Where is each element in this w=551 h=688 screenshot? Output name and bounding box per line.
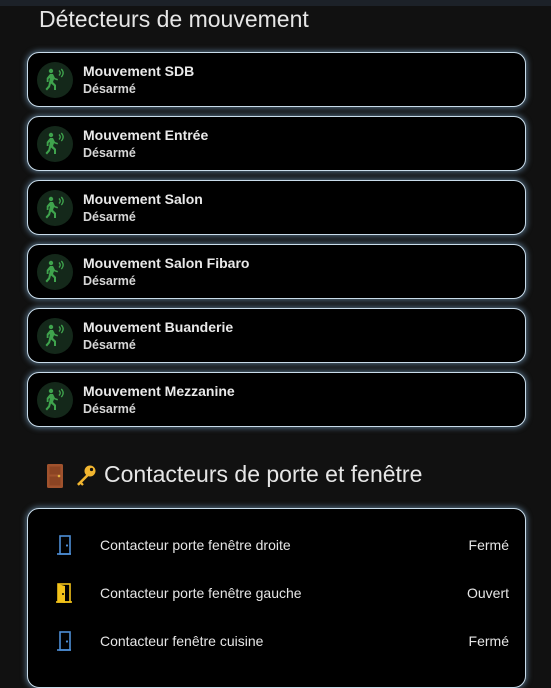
door-emoji-icon [44,463,66,488]
motion-sensor-card[interactable]: Mouvement Salon Désarmé [27,180,526,235]
motion-sensor-name: Mouvement Entrée [83,127,209,143]
contact-row[interactable]: Contacteur fenêtre cuisine Fermé [28,621,525,661]
motion-sensor-list: Mouvement SDB Désarmé Mouvement Entrée D… [27,52,527,436]
motion-sensor-card[interactable]: Mouvement Salon Fibaro Désarmé [27,244,526,299]
motion-sensor-card[interactable]: Mouvement SDB Désarmé [27,52,526,107]
motion-sensor-name: Mouvement Salon [83,191,203,207]
motion-sensor-card[interactable]: Mouvement Mezzanine Désarmé [27,372,526,427]
motion-sensor-state: Désarmé [83,402,136,416]
contact-name: Contacteur porte fenêtre droite [100,537,291,553]
motion-sensor-name: Mouvement Salon Fibaro [83,255,250,271]
contact-sensors-card: Contacteur porte fenêtre droite Fermé Co… [27,508,526,688]
motion-sensor-name: Mouvement Buanderie [83,319,234,335]
motion-sensor-icon [37,381,73,418]
motion-sensor-icon [37,61,73,98]
motion-sensor-icon [37,253,73,290]
door-closed-icon [52,629,76,653]
motion-sensor-name: Mouvement Mezzanine [83,383,235,399]
motion-sensor-icon [37,125,73,162]
contact-state: Ouvert [466,585,509,601]
motion-sensor-state: Désarmé [83,210,136,224]
door-open-icon [52,581,76,605]
motion-sensor-card[interactable]: Mouvement Entrée Désarmé [27,116,526,171]
motion-sensor-state: Désarmé [83,146,136,160]
contact-state: Fermé [468,537,509,553]
contact-section-title: Contacteurs de porte et fenêtre [44,461,422,488]
motion-sensor-state: Désarmé [83,274,136,288]
motion-sensor-name: Mouvement SDB [83,63,195,79]
motion-sensor-state: Désarmé [83,82,136,96]
motion-sensor-icon [37,189,73,226]
contact-row[interactable]: Contacteur porte fenêtre droite Fermé [28,525,525,565]
key-emoji-icon [74,463,96,487]
contact-name: Contacteur fenêtre cuisine [100,633,264,649]
contact-section-title-text: Contacteurs de porte et fenêtre [104,461,423,487]
door-closed-icon [52,533,76,557]
motion-sensor-state: Désarmé [83,338,136,352]
contact-state: Fermé [468,633,509,649]
contact-row[interactable]: Contacteur porte fenêtre gauche Ouvert [28,573,525,613]
motion-sensor-card[interactable]: Mouvement Buanderie Désarmé [27,308,526,363]
contact-name: Contacteur porte fenêtre gauche [100,585,302,601]
motion-section-title: Détecteurs de mouvement [39,6,309,32]
motion-sensor-icon [37,317,73,354]
